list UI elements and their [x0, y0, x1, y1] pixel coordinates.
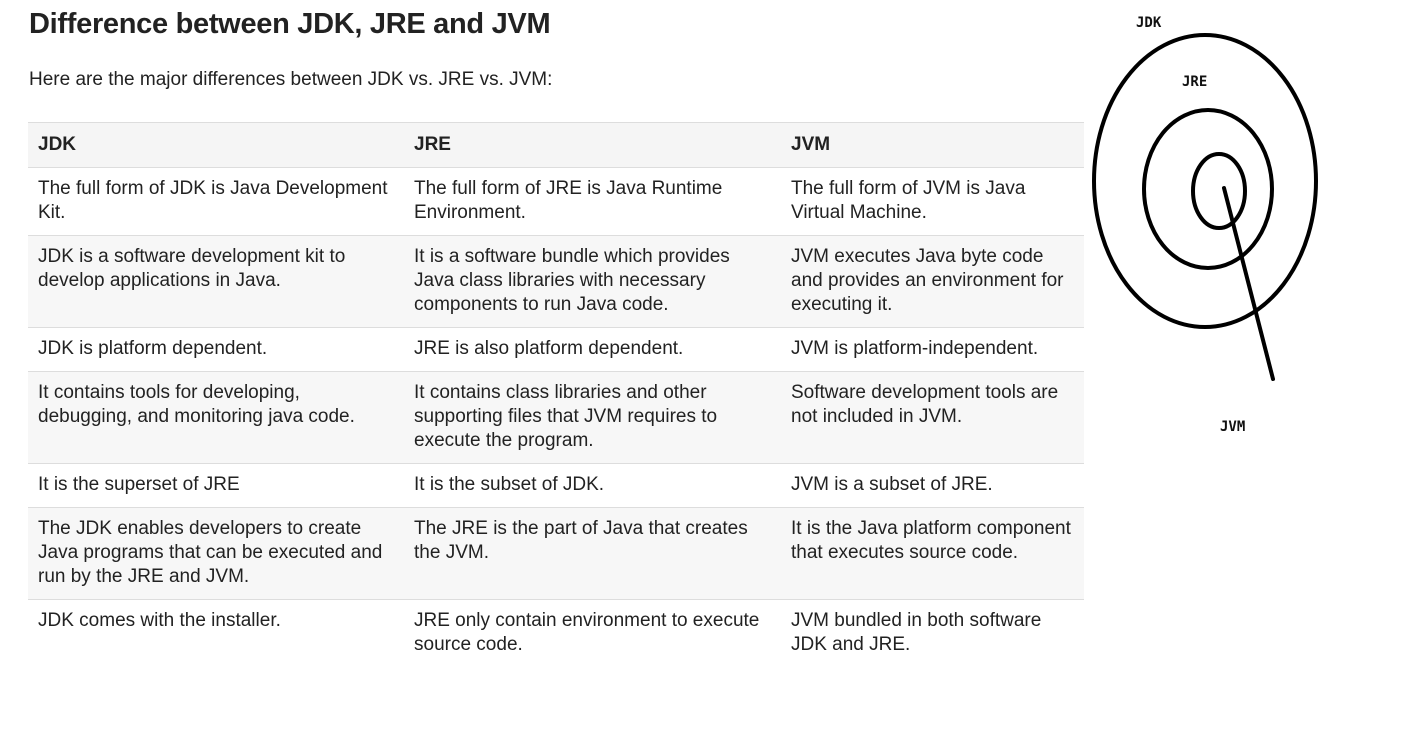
- cell-jre: JRE only contain environment to execute …: [404, 599, 781, 667]
- cell-jvm: JVM bundled in both software JDK and JRE…: [781, 599, 1084, 667]
- label-jre: JRE: [1182, 74, 1207, 90]
- header-jvm: JVM: [781, 122, 1084, 168]
- cell-jdk: JDK is a software development kit to dev…: [28, 235, 404, 328]
- cell-jvm: JVM executes Java byte code and provides…: [781, 235, 1084, 328]
- cell-jvm: JVM is a subset of JRE.: [781, 463, 1084, 508]
- cell-jre: The JRE is the part of Java that creates…: [404, 507, 781, 600]
- cell-jre: The full form of JRE is Java Runtime Env…: [404, 167, 781, 236]
- cell-jre: It contains class libraries and other su…: [404, 371, 781, 464]
- jvm-pointer-line: [1222, 186, 1275, 381]
- jdk-jre-jvm-diagram: JDK JRE JVM: [1092, 15, 1318, 435]
- label-jdk: JDK: [1136, 15, 1162, 31]
- label-jvm: JVM: [1220, 419, 1245, 435]
- cell-jvm: Software development tools are not inclu…: [781, 371, 1084, 464]
- table-row: JDK is a software development kit to dev…: [28, 235, 1084, 328]
- cell-jre: JRE is also platform dependent.: [404, 327, 781, 372]
- table-row: JDK comes with the installer. JRE only c…: [28, 599, 1084, 667]
- cell-jvm: JVM is platform-independent.: [781, 327, 1084, 372]
- cell-jvm: The full form of JVM is Java Virtual Mac…: [781, 167, 1084, 236]
- cell-jre: It is a software bundle which provides J…: [404, 235, 781, 328]
- cell-jre: It is the subset of JDK.: [404, 463, 781, 508]
- table-row: JDK is platform dependent. JRE is also p…: [28, 327, 1084, 372]
- header-jre: JRE: [404, 122, 781, 168]
- jre-ring: [1142, 108, 1274, 270]
- page-title: Difference between JDK, JRE and JVM: [29, 8, 551, 40]
- intro-text: Here are the major differences between J…: [29, 69, 553, 90]
- comparison-table: JDK JRE JVM The full form of JDK is Java…: [28, 122, 1084, 667]
- table-header-row: JDK JRE JVM: [28, 122, 1084, 168]
- table-row: The JDK enables developers to create Jav…: [28, 507, 1084, 600]
- cell-jdk: It contains tools for developing, debugg…: [28, 371, 404, 464]
- cell-jvm: It is the Java platform component that e…: [781, 507, 1084, 600]
- header-jdk: JDK: [28, 122, 404, 168]
- jvm-ring: [1191, 152, 1247, 230]
- cell-jdk: It is the superset of JRE: [28, 463, 404, 508]
- table-row: The full form of JDK is Java Development…: [28, 167, 1084, 236]
- cell-jdk: JDK is platform dependent.: [28, 327, 404, 372]
- cell-jdk: The JDK enables developers to create Jav…: [28, 507, 404, 600]
- table-row: It is the superset of JRE It is the subs…: [28, 463, 1084, 508]
- cell-jdk: The full form of JDK is Java Development…: [28, 167, 404, 236]
- table-row: It contains tools for developing, debugg…: [28, 371, 1084, 464]
- cell-jdk: JDK comes with the installer.: [28, 599, 404, 667]
